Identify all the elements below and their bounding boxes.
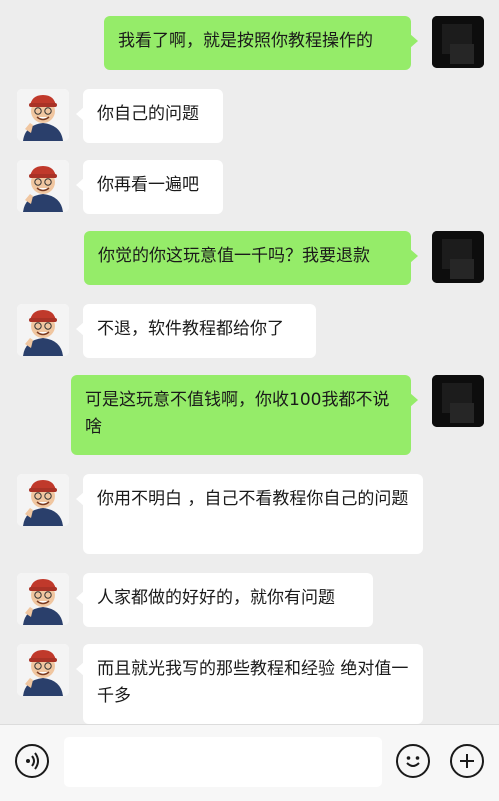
message-input[interactable]: [64, 737, 382, 787]
message-bubble-received[interactable]: 而且就光我写的那些教程和经验 绝对值一千多: [76, 644, 423, 724]
contact-avatar[interactable]: [17, 89, 69, 141]
contact-avatar[interactable]: [17, 573, 69, 625]
input-bar: [0, 724, 499, 801]
message-bubble-received[interactable]: 你用不明白 ，自己不看教程你自己的问题: [76, 474, 423, 554]
contact-avatar[interactable]: [17, 644, 69, 696]
message-bubble-received[interactable]: 你自己的问题: [76, 89, 223, 143]
message-bubble-received[interactable]: 人家都做的好好的，就你有问题: [76, 573, 373, 627]
voice-icon[interactable]: [15, 744, 49, 778]
message-bubble-sent[interactable]: 可是这玩意不值钱啊，你收100我都不说啥: [71, 375, 418, 455]
my-avatar[interactable]: [432, 16, 484, 68]
my-avatar[interactable]: [432, 375, 484, 427]
contact-avatar[interactable]: [17, 304, 69, 356]
my-avatar[interactable]: [432, 231, 484, 283]
contact-avatar[interactable]: [17, 160, 69, 212]
contact-avatar[interactable]: [17, 474, 69, 526]
message-bubble-sent[interactable]: 我看了啊，就是按照你教程操作的: [104, 16, 418, 70]
message-bubble-received[interactable]: 不退，软件教程都给你了: [76, 304, 316, 358]
message-bubble-sent[interactable]: 你觉的你这玩意值一千吗？我要退款: [84, 231, 418, 285]
plus-icon[interactable]: [450, 744, 484, 778]
chat-area[interactable]: 我看了啊，就是按照你教程操作的 你自己的问题 你再看一遍吧 你觉的你这玩意值一千…: [0, 0, 499, 724]
emoji-icon[interactable]: [396, 744, 430, 778]
message-bubble-received[interactable]: 你再看一遍吧: [76, 160, 223, 214]
